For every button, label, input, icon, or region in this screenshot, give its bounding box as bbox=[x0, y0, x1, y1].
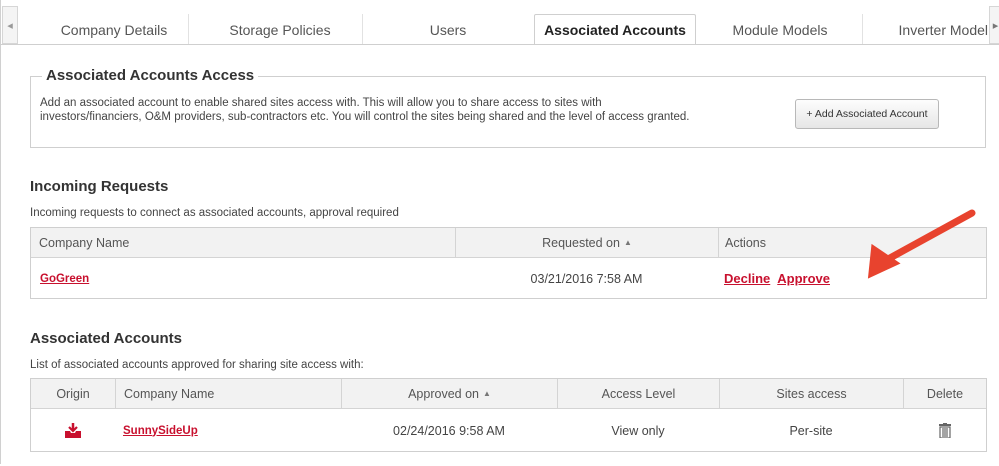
trash-icon bbox=[938, 423, 951, 438]
company-link-sunnysideup[interactable]: SunnySideUp bbox=[123, 425, 198, 437]
column-header-origin: Origin bbox=[56, 386, 90, 401]
delete-button[interactable] bbox=[903, 409, 986, 452]
origin-cell bbox=[31, 409, 115, 452]
sort-ascending-icon: ▲ bbox=[482, 389, 491, 398]
associated-accounts-title: Associated Accounts bbox=[30, 330, 182, 347]
inbox-download-icon bbox=[65, 422, 81, 438]
approved-on-value: 02/24/2016 9:58 AM bbox=[393, 423, 505, 438]
column-header-company[interactable]: Company Name bbox=[115, 379, 341, 408]
column-header-delete: Delete bbox=[903, 379, 986, 408]
column-header-access-level[interactable]: Access Level bbox=[557, 379, 719, 408]
table-header: Origin Company Name Approved on ▲ Access … bbox=[31, 379, 986, 409]
sites-access-value: Per-site bbox=[789, 423, 833, 438]
access-level-value: View only bbox=[611, 423, 665, 438]
associated-accounts-table: Origin Company Name Approved on ▲ Access … bbox=[30, 378, 987, 452]
column-header-sites-access[interactable]: Sites access bbox=[719, 379, 903, 408]
associated-accounts-description: List of associated accounts approved for… bbox=[30, 359, 364, 371]
column-header-approved-on[interactable]: Approved on ▲ bbox=[341, 379, 557, 408]
